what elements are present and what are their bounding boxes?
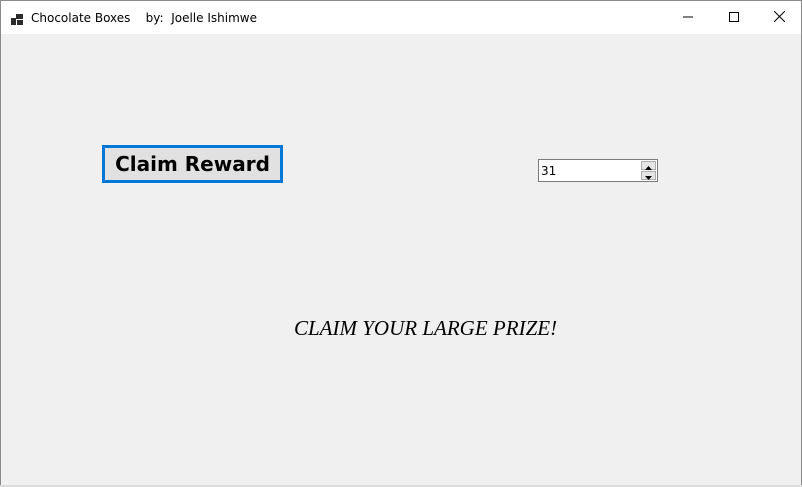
- app-window: Chocolate Boxes by: Joelle Ishimwe Claim…: [0, 0, 802, 486]
- counter-input[interactable]: [541, 162, 637, 179]
- close-icon: [773, 9, 785, 27]
- window-title: Chocolate Boxes by: Joelle Ishimwe: [31, 11, 257, 25]
- minimize-button[interactable]: [665, 1, 711, 34]
- maximize-button[interactable]: [711, 1, 757, 34]
- chevron-down-icon: [645, 167, 652, 185]
- close-button[interactable]: [756, 1, 802, 34]
- claim-reward-button[interactable]: Claim Reward: [102, 145, 283, 183]
- maximize-icon: [729, 9, 739, 27]
- title-bar[interactable]: Chocolate Boxes by: Joelle Ishimwe: [1, 1, 801, 34]
- spin-down-button[interactable]: [641, 171, 656, 180]
- app-icon: [11, 12, 23, 25]
- counter-numeric-updown[interactable]: [538, 159, 658, 182]
- minimize-icon: [683, 9, 693, 27]
- prize-message-label: CLAIM YOUR LARGE PRIZE!: [294, 316, 558, 340]
